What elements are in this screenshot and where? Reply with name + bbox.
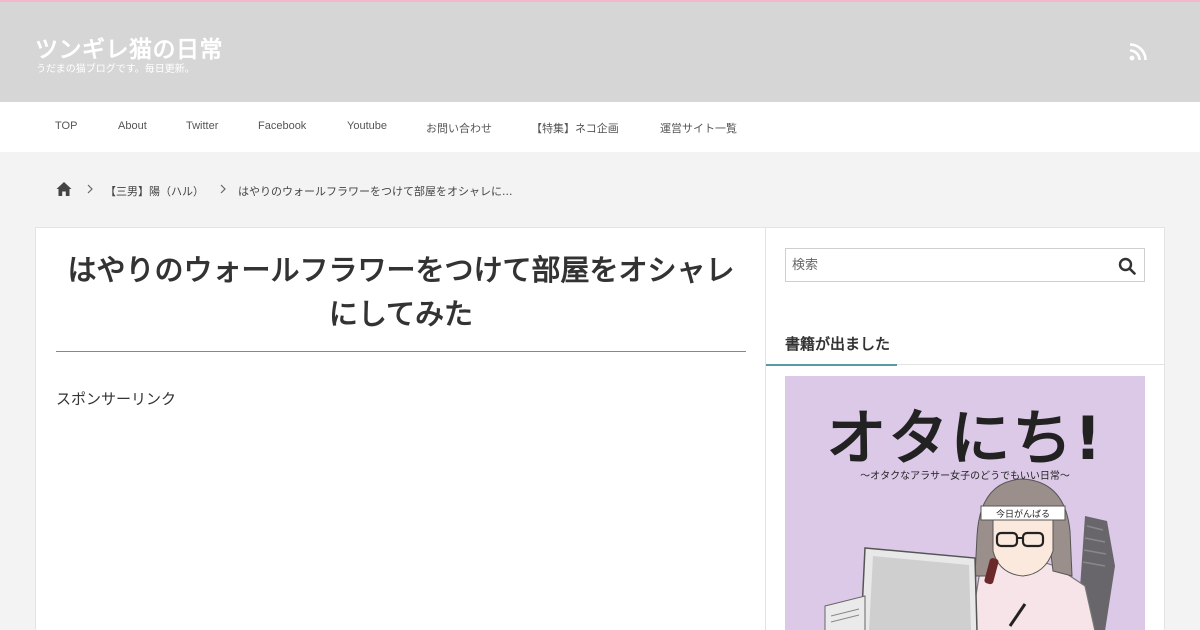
site-header: ツンギレ猫の日常 うだまの猫ブログです。毎日更新。 — [0, 2, 1200, 102]
search-form — [785, 248, 1145, 282]
nav-item-sites[interactable]: 運営サイト一覧 — [660, 120, 737, 136]
sidebar: 書籍が出ました オタにち! 〜オタクなアラサー女子のどうでもいい日常〜 今日がん… — [766, 227, 1165, 630]
nav-item-twitter[interactable]: Twitter — [186, 120, 218, 132]
book-title: オタにち! — [826, 404, 1104, 474]
nav-item-contact[interactable]: お問い合わせ — [426, 120, 492, 136]
book-illustration: 今日がんばる — [824, 478, 1115, 630]
nav-item-youtube[interactable]: Youtube — [347, 120, 387, 132]
nav-item-about[interactable]: About — [118, 120, 147, 132]
site-title[interactable]: ツンギレ猫の日常 — [35, 30, 223, 64]
chevron-right-icon — [220, 184, 226, 194]
nav-item-facebook[interactable]: Facebook — [258, 120, 306, 132]
search-input[interactable] — [786, 249, 1106, 281]
breadcrumb: 【三男】陽（ハル） はやりのウォールフラワーをつけて部屋をオシャレに... — [0, 152, 1200, 227]
rss-icon[interactable] — [1129, 43, 1147, 61]
book-cover-image[interactable]: オタにち! 〜オタクなアラサー女子のどうでもいい日常〜 今日がんばる — [785, 376, 1145, 630]
nav-item-special[interactable]: 【特集】ネコ企画 — [531, 120, 619, 136]
breadcrumb-current: はやりのウォールフラワーをつけて部屋をオシャレに... — [238, 185, 513, 198]
search-icon[interactable] — [1118, 257, 1136, 275]
post-title: はやりのウォールフラワーをつけて部屋をオシャレにしてみた — [67, 253, 735, 331]
global-nav: TOP About Twitter Facebook Youtube お問い合わ… — [0, 102, 1200, 152]
home-icon[interactable] — [56, 181, 72, 197]
site-description: うだまの猫ブログです。毎日更新。 — [36, 64, 195, 75]
widget-divider-accent — [766, 364, 897, 366]
title-divider — [56, 351, 746, 352]
breadcrumb-category[interactable]: 【三男】陽（ハル） — [105, 183, 204, 199]
chevron-right-icon — [87, 184, 93, 194]
main-content: はやりのウォールフラワーをつけて部屋をオシャレにしてみた スポンサーリンク — [35, 227, 766, 630]
headband-text: 今日がんばる — [996, 508, 1050, 520]
widget-title: 書籍が出ました — [785, 335, 891, 353]
nav-item-top[interactable]: TOP — [55, 120, 77, 132]
sponsor-label: スポンサーリンク — [56, 390, 177, 408]
